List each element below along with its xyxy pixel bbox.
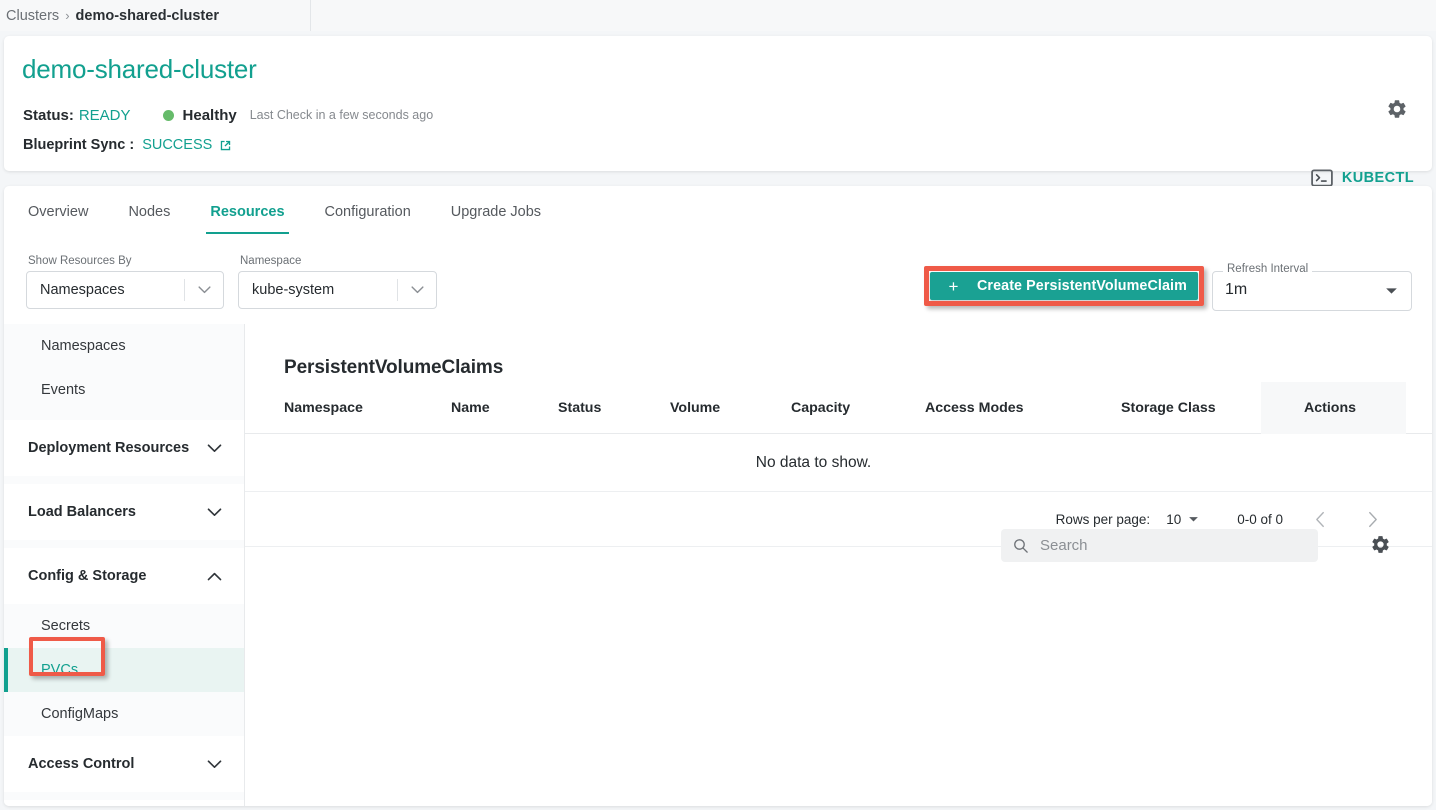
sidebar-section-load-balancers[interactable]: Load Balancers <box>4 484 244 540</box>
column-header-actions: Actions <box>1304 400 1357 416</box>
tab-resources[interactable]: Resources <box>190 194 304 234</box>
show-resources-by-value: Namespaces <box>40 282 125 298</box>
tab-nodes[interactable]: Nodes <box>108 194 190 234</box>
sidebar-section-config-and-storage[interactable]: Config & Storage <box>4 548 244 604</box>
sidebar-section-label: Access Control <box>28 756 135 772</box>
create-button-label: Create PersistentVolumeClaim <box>977 278 1187 294</box>
sidebar-divider <box>4 412 244 420</box>
table-settings-gear-icon[interactable] <box>1370 534 1391 555</box>
sidebar-item-pvcs[interactable]: PVCs <box>4 648 244 692</box>
external-link-icon[interactable] <box>218 138 233 153</box>
breadcrumb-clusters-link[interactable]: Clusters <box>6 8 59 24</box>
table-header-row: Namespace Name Status Volume Capacity Ac… <box>245 382 1432 434</box>
sidebar-section-label: Deployment Resources <box>28 440 190 456</box>
tab-configuration[interactable]: Configuration <box>305 194 431 234</box>
last-check-text: Last Check in a few seconds ago <box>249 108 434 122</box>
sidebar-section-deployment-resources[interactable]: Deployment Resources <box>4 420 244 476</box>
table-search-box[interactable] <box>1001 529 1318 562</box>
page-title: demo-shared-cluster <box>22 54 257 84</box>
chevron-down-icon <box>207 443 222 453</box>
refresh-interval-value: 1m <box>1225 281 1248 298</box>
pvc-table: Namespace Name Status Volume Capacity Ac… <box>245 382 1432 547</box>
refresh-interval-field: Refresh Interval 1m <box>1212 263 1412 311</box>
status-label: Status: <box>23 106 74 124</box>
chevron-down-icon <box>207 507 222 517</box>
sidebar-divider <box>4 476 244 484</box>
resource-content: PersistentVolumeClaims Namespace Name St… <box>245 324 1432 806</box>
create-persistentvolumeclaim-button[interactable]: + Create PersistentVolumeClaim <box>930 272 1198 300</box>
health-status-dot <box>162 109 174 121</box>
chevron-down-icon[interactable] <box>1188 516 1199 523</box>
sidebar-top-group: Namespaces Events <box>4 324 244 412</box>
cluster-status-row: Status: READY Healthy Last Check in a fe… <box>23 105 433 125</box>
column-header-volume: Volume <box>670 400 721 416</box>
namespace-value: kube-system <box>252 282 335 298</box>
sidebar-section-label: Load Balancers <box>28 504 136 520</box>
breadcrumb-divider <box>310 0 311 31</box>
namespace-label: Namespace <box>240 255 302 267</box>
tab-upgrade-jobs[interactable]: Upgrade Jobs <box>431 194 561 234</box>
chevron-down-icon <box>185 286 223 294</box>
chevron-right-icon[interactable] <box>1357 504 1387 534</box>
sidebar-section-label: Config & Storage <box>28 568 147 584</box>
blueprint-sync-label: Blueprint Sync : <box>23 137 135 153</box>
rows-per-page-label: Rows per page: <box>1055 511 1151 527</box>
column-header-access-modes: Access Modes <box>925 400 1024 416</box>
pagination-range: 0-0 of 0 <box>1237 511 1283 527</box>
resource-filters: Show Resources By Namespaces Namespace k… <box>26 255 437 309</box>
sidebar-item-secrets[interactable]: Secrets <box>4 604 244 648</box>
terminal-icon <box>1311 169 1333 187</box>
chevron-down-icon <box>207 759 222 769</box>
chevron-down-icon <box>398 286 436 294</box>
column-header-name: Name <box>451 400 490 416</box>
app-root: Clusters › demo-shared-cluster demo-shar… <box>0 0 1436 810</box>
blueprint-sync-value: SUCCESS <box>142 137 213 153</box>
cluster-settings-gear-icon[interactable] <box>1386 98 1408 120</box>
show-resources-by-select[interactable]: Namespaces <box>26 271 224 309</box>
search-input[interactable] <box>1029 537 1318 554</box>
sidebar-divider <box>4 792 244 800</box>
show-resources-by-label: Show Resources By <box>28 255 132 267</box>
sidebar-item-namespaces[interactable]: Namespaces <box>4 324 244 368</box>
namespace-select[interactable]: kube-system <box>238 271 437 309</box>
health-status-text: Healthy <box>182 106 237 124</box>
tab-overview[interactable]: Overview <box>8 194 108 234</box>
plus-icon: + <box>948 276 959 296</box>
column-header-namespace: Namespace <box>284 400 363 416</box>
refresh-interval-label: Refresh Interval <box>1223 263 1313 275</box>
blueprint-sync-row: Blueprint Sync : SUCCESS <box>23 135 233 155</box>
breadcrumb-separator: › <box>65 8 70 23</box>
table-title: PersistentVolumeClaims <box>284 357 504 378</box>
breadcrumb: Clusters › demo-shared-cluster <box>0 0 1436 31</box>
create-pvc-button-wrapper: + Create PersistentVolumeClaim <box>924 266 1204 306</box>
kubectl-button[interactable]: KUBECTL <box>1311 169 1414 187</box>
sidebar-config-storage-items: Secrets PVCs ConfigMaps <box>4 604 244 736</box>
cluster-tabs: Overview Nodes Resources Configuration U… <box>4 194 561 242</box>
chevron-up-icon <box>207 572 222 581</box>
sidebar-section-access-control[interactable]: Access Control <box>4 736 244 792</box>
sidebar-item-events[interactable]: Events <box>4 368 244 412</box>
sidebar-divider <box>4 540 244 548</box>
column-header-status: Status <box>558 400 602 416</box>
kubectl-label: KUBECTL <box>1341 169 1414 186</box>
breadcrumb-current: demo-shared-cluster <box>75 7 219 24</box>
chevron-down-icon <box>1385 287 1398 295</box>
column-header-storage-class: Storage Class <box>1121 400 1216 416</box>
table-empty-message: No data to show. <box>245 434 1432 492</box>
sidebar-item-configmaps[interactable]: ConfigMaps <box>4 692 244 736</box>
column-header-capacity: Capacity <box>791 400 851 416</box>
namespace-field: Namespace kube-system <box>238 255 437 309</box>
search-icon <box>1013 538 1029 554</box>
rows-per-page-value[interactable]: 10 <box>1166 512 1181 527</box>
status-value: READY <box>78 106 131 124</box>
show-resources-by-field: Show Resources By Namespaces <box>26 255 224 309</box>
resource-sidebar: Namespaces Events Deployment Resources L… <box>4 324 245 806</box>
cluster-header-card: demo-shared-cluster Status: READY Health… <box>4 36 1432 187</box>
